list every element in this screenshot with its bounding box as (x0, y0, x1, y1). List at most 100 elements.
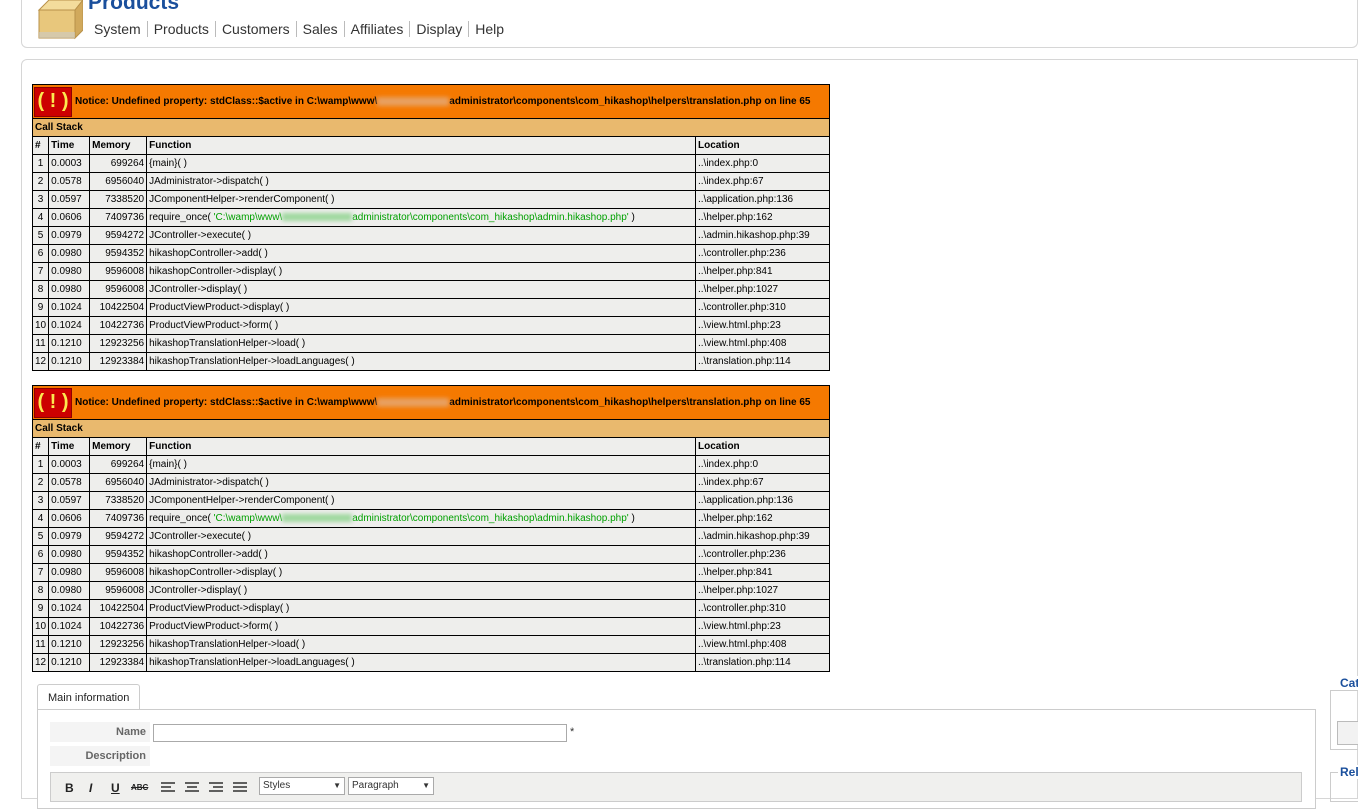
frame-time: 0.1210 (48, 352, 91, 371)
frame-location: ..\index.php:67 (695, 172, 830, 191)
frame-time: 0.0979 (48, 226, 91, 245)
frame-location: ..\admin.hikashop.php:39 (695, 527, 830, 546)
description-label: Description (50, 746, 150, 766)
frame-memory: 7338520 (89, 190, 148, 209)
frame-time: 0.0980 (48, 262, 91, 281)
frame-function: JController->display( ) (146, 280, 696, 299)
frame-time: 0.1024 (48, 316, 91, 335)
page-header: Products System Products Customers Sales… (21, 0, 1358, 48)
frame-location: ..\controller.php:236 (695, 244, 830, 263)
frame-location: ..\controller.php:310 (695, 298, 830, 317)
frame-time: 0.0979 (48, 527, 91, 546)
required-mark: * (570, 726, 575, 738)
frame-time: 0.0980 (48, 280, 91, 299)
frame-memory: 699264 (89, 455, 148, 474)
col-location: Location (695, 136, 830, 155)
add-category-button[interactable] (1337, 721, 1358, 745)
strikethrough-button[interactable]: ABC (131, 783, 148, 792)
stack-row: 6 0.0980 9594352 hikashopController->add( )… (31, 244, 830, 263)
frame-function: ProductViewProduct->form( ) (146, 316, 696, 335)
stack-row: 11 0.1210 12923256 hikashopTranslationHelpe… (31, 334, 830, 353)
frame-time: 0.0980 (48, 545, 91, 564)
frame-function: require_once( 'C:\wamp\www\ administrator… (146, 509, 696, 528)
menu-products[interactable]: Products (146, 21, 215, 37)
stack-row: 7 0.0980 9596008 hikashopController->displa… (31, 563, 830, 582)
frame-function: JAdministrator->dispatch( ) (146, 172, 696, 191)
form-tabs: Main information (37, 684, 141, 710)
frame-number: 9 (31, 599, 50, 618)
frame-location: ..\helper.php:841 (695, 262, 830, 281)
frame-location: ..\helper.php:162 (695, 509, 830, 528)
col-function: Function (146, 136, 696, 155)
menu-affiliates[interactable]: Affiliates (343, 21, 410, 37)
frame-number: 1 (31, 455, 50, 474)
menu-sales[interactable]: Sales (295, 21, 344, 37)
redacted-path (282, 514, 353, 523)
frame-time: 0.0578 (48, 172, 91, 191)
frame-memory: 12923256 (89, 635, 148, 654)
align-buttons-icon[interactable] (161, 781, 253, 793)
call-stack-label: Call Stack (32, 118, 830, 137)
frame-number: 5 (31, 527, 50, 546)
underline-button[interactable]: U (111, 781, 120, 795)
frame-memory: 9596008 (89, 280, 148, 299)
col-memory: Memory (89, 136, 148, 155)
stack-row: 12 0.1210 12923384 hikashopTranslationHelpe… (31, 352, 830, 371)
chevron-down-icon: ▼ (422, 781, 430, 790)
frame-time: 0.1024 (48, 617, 91, 636)
italic-button[interactable]: I (89, 781, 92, 795)
col-time: Time (48, 136, 91, 155)
frame-memory: 9594272 (89, 226, 148, 245)
col-function: Function (146, 437, 696, 456)
frame-time: 0.0980 (48, 563, 91, 582)
editor-toolbar: B I U ABC Styles ▼ Paragraph ▼ (50, 772, 1302, 802)
col-time: Time (48, 437, 91, 456)
frame-location: ..\translation.php:114 (695, 352, 830, 371)
frame-function: hikashopController->display( ) (146, 262, 696, 281)
frame-function: ProductViewProduct->form( ) (146, 617, 696, 636)
frame-location: ..\index.php:0 (695, 154, 830, 173)
stack-row: 5 0.0979 9594272 JController->execute( ) ..\… (31, 226, 830, 245)
stack-row: 4 0.0606 7409736 require_once( 'C:\wamp\www… (31, 509, 830, 528)
styles-select[interactable]: Styles ▼ (259, 777, 345, 795)
menu-customers[interactable]: Customers (214, 21, 296, 37)
frame-location: ..\controller.php:310 (695, 599, 830, 618)
main-information-panel: Name * Description B I U ABC Styles ▼ Par… (37, 709, 1316, 809)
stack-rows: 1 0.0003 699264 {main}( ) ..\index.php:0 2 0.0… (31, 154, 830, 371)
col-location: Location (695, 437, 830, 456)
name-input[interactable] (153, 724, 567, 742)
frame-location: ..\translation.php:114 (695, 653, 830, 672)
frame-memory: 6956040 (89, 172, 148, 191)
menu-help[interactable]: Help (468, 21, 510, 37)
tab-main-information[interactable]: Main information (37, 684, 141, 710)
page-title: Products (88, 0, 180, 14)
frame-function: hikashopController->display( ) (146, 563, 696, 582)
frame-function: JComponentHelper->renderComponent( ) (146, 491, 696, 510)
frame-number: 9 (31, 298, 50, 317)
frame-function: hikashopTranslationHelper->load( ) (146, 334, 696, 353)
frame-time: 0.0003 (48, 154, 91, 173)
frame-function: hikashopTranslationHelper->loadLanguages… (146, 653, 696, 672)
frame-number: 10 (31, 617, 50, 636)
frame-time: 0.0606 (48, 208, 91, 227)
frame-memory: 10422736 (89, 617, 148, 636)
notice-message: Notice: Undefined property: stdClass::$a… (75, 96, 811, 107)
notice-message: Notice: Undefined property: stdClass::$a… (75, 397, 811, 408)
stack-row: 10 0.1024 10422736 ProductViewProduct->form… (31, 316, 830, 335)
frame-number: 7 (31, 563, 50, 582)
format-select[interactable]: Paragraph ▼ (348, 777, 434, 795)
frame-number: 11 (31, 334, 50, 353)
frame-time: 0.1024 (48, 298, 91, 317)
menu-display[interactable]: Display (409, 21, 468, 37)
frame-memory: 12923384 (89, 653, 148, 672)
stack-row: 12 0.1210 12923384 hikashopTranslationHelpe… (31, 653, 830, 672)
bold-button[interactable]: B (65, 781, 74, 795)
frame-function: ProductViewProduct->display( ) (146, 599, 696, 618)
stack-row: 2 0.0578 6956040 JAdministrator->dispatch( … (31, 172, 830, 191)
stack-row: 7 0.0980 9596008 hikashopController->displa… (31, 262, 830, 281)
redacted-path (282, 213, 353, 222)
menu-system[interactable]: System (88, 21, 147, 37)
frame-location: ..\index.php:67 (695, 473, 830, 492)
frame-number: 1 (31, 154, 50, 173)
redacted-path (377, 397, 450, 407)
